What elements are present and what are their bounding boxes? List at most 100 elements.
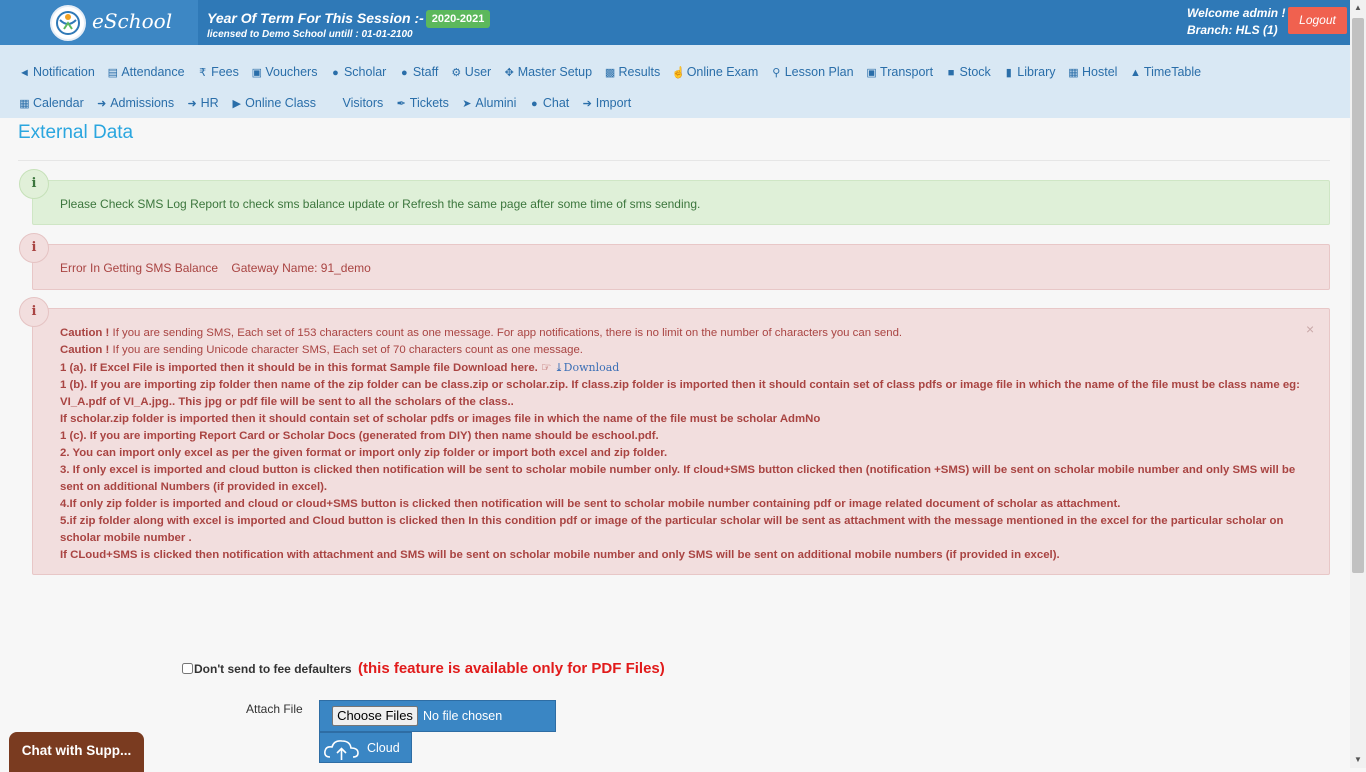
sign-in-icon: ➜ [187,98,197,110]
nav-online-exam[interactable]: ☝Online Exam [672,65,759,79]
nav-attendance[interactable]: ▤ Attendance [106,65,185,79]
bar-chart-icon: ▩ [604,67,616,79]
nav-label: Scholar [343,65,387,79]
info-icon: i [19,233,49,263]
welcome-block: Welcome admin ! Branch: HLS (1) [1187,5,1285,39]
nav-stock[interactable]: ■ Stock [945,65,991,79]
rupee-icon: ₹ [199,67,207,79]
sms-log-alert: Please Check SMS Log Report to check sms… [32,180,1330,225]
nav-lesson-plan[interactable]: ⚲ Lesson Plan [770,65,854,79]
caution-alert: × Caution ! If you are sending SMS, Each… [32,308,1330,575]
session-title: Year Of Term For This Session :- 2020-202… [207,10,491,28]
money-icon: ▣ [251,67,263,79]
nav-label: Chat [542,96,570,110]
nav-import[interactable]: ➔ Import [581,96,632,110]
scroll-thumb[interactable] [1352,18,1364,573]
sms-log-text: Please Check SMS Log Report to check sms… [60,197,701,211]
lightbulb-icon: ⚲ [772,67,781,79]
instruction-line: If CLoud+SMS is clicked then notificatio… [60,549,1060,561]
logo-area[interactable]: eSchool [0,0,198,45]
nav-master-setup[interactable]: ✥ Master Setup [503,65,592,79]
nav-visitors[interactable]: Visitors [328,96,384,110]
instruction-line: If scholar.zip folder is imported then i… [60,413,821,425]
nav-label: Tickets [409,96,449,110]
nav-admissions[interactable]: ➜ Admissions [95,96,174,110]
fee-defaulter-option: Don't send to fee defaulters (this featu… [182,660,665,678]
play-icon: ▶ [232,98,241,110]
nav-hostel[interactable]: ▦ Hostel [1067,65,1117,79]
building-icon: ▦ [1068,67,1079,79]
nav-label: Master Setup [517,65,593,79]
branch-text: Branch: HLS (1) [1187,23,1278,37]
nav-row-1: ◄ Notification ▤ Attendance ₹ Fees ▣ Voucher… [18,65,1209,79]
nav-label: Stock [959,65,991,79]
send-icon: ➤ [462,98,472,110]
page-scrollbar[interactable]: ▲ ▼ [1350,0,1366,768]
nav-row-2: ▦ Calendar ➜ Admissions ➜ HR ▶ Online Class … [18,96,639,110]
choose-files-button[interactable]: Choose Files [332,706,418,726]
nav-calendar[interactable]: ▦ Calendar [18,96,83,110]
caution-line: Caution ! If you are sending Unicode cha… [60,342,1310,359]
caution-body: Caution ! If you are sending SMS, Each s… [60,325,1310,564]
nav-label: HR [200,96,219,110]
download-link[interactable]: ⤓Download [554,361,619,374]
tag-icon: ✒ [396,98,406,110]
cloud-button[interactable]: Cloud [319,732,412,763]
session-label: Year Of Term For This Session :- [207,10,424,26]
nav-label: Online Exam [686,65,759,79]
nav-hr[interactable]: ➜ HR [186,96,219,110]
instruction-text: 1 (a). If Excel File is imported then it… [60,362,538,374]
sms-balance-error-alert: Error In Getting SMS Balance Gateway Nam… [32,244,1330,290]
info-icon: i [19,169,49,199]
main-nav: ◄ Notification ▤ Attendance ₹ Fees ▣ Voucher… [0,45,1350,118]
caution-label: Caution ! [60,327,110,339]
hand-pointer-icon: ☞ [541,362,552,374]
folder-icon: ■ [947,67,955,79]
logout-button[interactable]: Logout [1288,7,1347,34]
nav-results[interactable]: ▩ Results [604,65,661,79]
chat-support-widget[interactable]: Chat with Supp... [9,732,144,772]
nav-label: Visitors [342,96,384,110]
nav-label: Vouchers [265,65,318,79]
nav-notification[interactable]: ◄ Notification [18,65,95,79]
nav-label: Notification [33,65,95,79]
document-icon: ▤ [107,67,119,79]
sms-balance-error: Error In Getting SMS Balance Gateway Nam… [60,261,371,275]
nav-alumini[interactable]: ➤ Alumini [460,96,516,110]
brand-name: eSchool [92,9,173,33]
nav-label: Import [595,96,632,110]
nav-scholar[interactable]: ● Scholar [329,65,386,79]
nav-staff[interactable]: ● Staff [398,65,438,79]
nav-label: TimeTable [1143,65,1202,79]
wrench-icon: ⚙ [451,67,462,79]
top-header: eSchool Year Of Term For This Session :-… [0,0,1350,45]
bell-icon: ▲ [1129,67,1141,79]
nav-user[interactable]: ⚙ User [450,65,491,79]
nav-label: Results [618,65,661,79]
book-icon: ▮ [1005,67,1012,79]
pdf-only-note: (this feature is available only for PDF … [358,660,665,677]
nav-label: Online Class [245,96,317,110]
fee-defaulter-checkbox[interactable] [182,663,193,674]
nav-label: Lesson Plan [784,65,854,79]
nav-label: Admissions [110,96,175,110]
nav-tickets[interactable]: ✒ Tickets [395,96,449,110]
nav-fees[interactable]: ₹ Fees [196,65,239,79]
nav-vouchers[interactable]: ▣ Vouchers [250,65,318,79]
calendar-icon: ▦ [19,98,30,110]
scroll-down-icon[interactable]: ▼ [1354,755,1362,764]
file-input[interactable]: Choose Files No file chosen [319,700,556,732]
nav-library[interactable]: ▮ Library [1002,65,1056,79]
nav-timetable[interactable]: ▲ TimeTable [1129,65,1201,79]
download-label: Download [563,361,620,374]
nav-online-class[interactable]: ▶ Online Class [230,96,316,110]
comments-icon: ● [531,98,538,110]
nav-chat[interactable]: ● Chat [528,96,569,110]
nav-label: Fees [211,65,239,79]
info-icon: i [19,297,49,327]
user-icon: ● [401,67,408,79]
nav-transport[interactable]: ▣ Transport [865,65,933,79]
session-badge: 2020-2021 [425,10,491,28]
instruction-line: 2. You can import only excel as per the … [60,447,668,459]
scroll-up-icon[interactable]: ▲ [1354,3,1362,12]
